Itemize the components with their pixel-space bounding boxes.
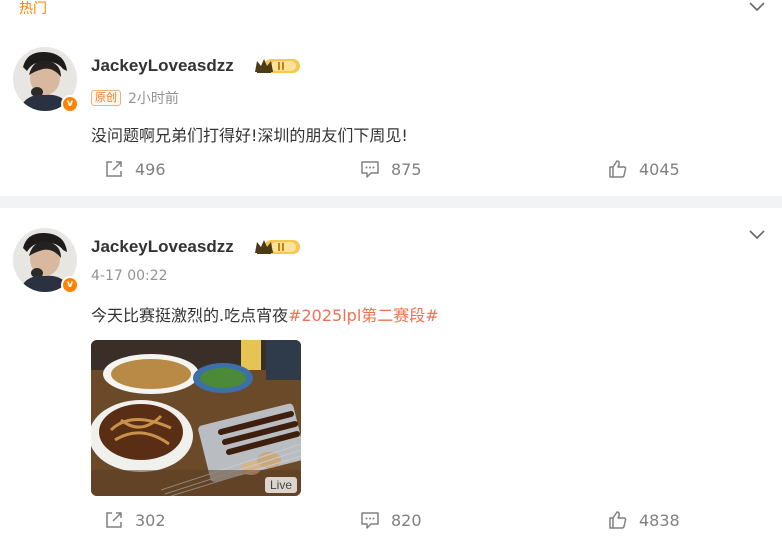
like-count: 4045 (639, 159, 680, 179)
repost-count: 496 (135, 159, 166, 179)
comment-button[interactable]: 875 (360, 159, 422, 179)
post-card: v JackeyLoveasdzz 原创 2小时前 没问题啊兄弟们打得好!深圳的… (0, 22, 782, 196)
repost-icon (106, 512, 122, 528)
crown-icon[interactable] (254, 56, 302, 76)
post-text-content: 今天比赛挺激烈的.吃点宵夜 (91, 306, 289, 325)
post-text: 今天比赛挺激烈的.吃点宵夜#2025lpl第二赛段# (91, 302, 439, 326)
comment-icon (361, 161, 379, 178)
section-label-hot[interactable]: 热门 (19, 0, 47, 18)
section-header: 热门 (0, 0, 782, 20)
like-button[interactable]: 4838 (608, 510, 680, 530)
like-icon (609, 511, 627, 529)
post-card: v JackeyLoveasdzz 4-17 00:22 今天比赛挺激烈的.吃点… (0, 208, 782, 541)
username[interactable]: JackeyLoveasdzz (91, 56, 234, 76)
like-button[interactable]: 4045 (608, 159, 680, 179)
chevron-down-icon[interactable] (749, 2, 765, 12)
like-icon (609, 160, 627, 178)
repost-count: 302 (135, 510, 166, 530)
post-time[interactable]: 2小时前 (128, 88, 179, 108)
like-count: 4838 (639, 510, 680, 530)
username[interactable]: JackeyLoveasdzz (91, 237, 234, 257)
repost-button[interactable]: 496 (104, 159, 166, 179)
repost-button[interactable]: 302 (104, 510, 166, 530)
chevron-down-icon[interactable] (749, 230, 765, 240)
original-tag: 原创 (91, 90, 121, 106)
action-bar: 496 875 4045 (0, 159, 782, 183)
post-text: 没问题啊兄弟们打得好!深圳的朋友们下周见! (91, 126, 408, 145)
comment-button[interactable]: 820 (360, 510, 422, 530)
crown-icon[interactable] (254, 237, 302, 257)
post-separator (0, 196, 782, 208)
comment-icon (361, 512, 379, 529)
post-meta: 原创 2小时前 (91, 88, 179, 108)
comment-count: 875 (391, 159, 422, 179)
post-time[interactable]: 4-17 00:22 (91, 268, 168, 284)
post-image[interactable]: Live (91, 340, 301, 496)
repost-icon (106, 161, 122, 177)
post-meta: 4-17 00:22 (91, 268, 168, 284)
verified-icon: v (61, 95, 79, 113)
verified-icon: v (61, 276, 79, 294)
live-badge: Live (264, 477, 297, 493)
hashtag-link[interactable]: #2025lpl第二赛段# (288, 306, 439, 325)
action-bar: 302 820 4838 (0, 510, 782, 534)
comment-count: 820 (391, 510, 422, 530)
